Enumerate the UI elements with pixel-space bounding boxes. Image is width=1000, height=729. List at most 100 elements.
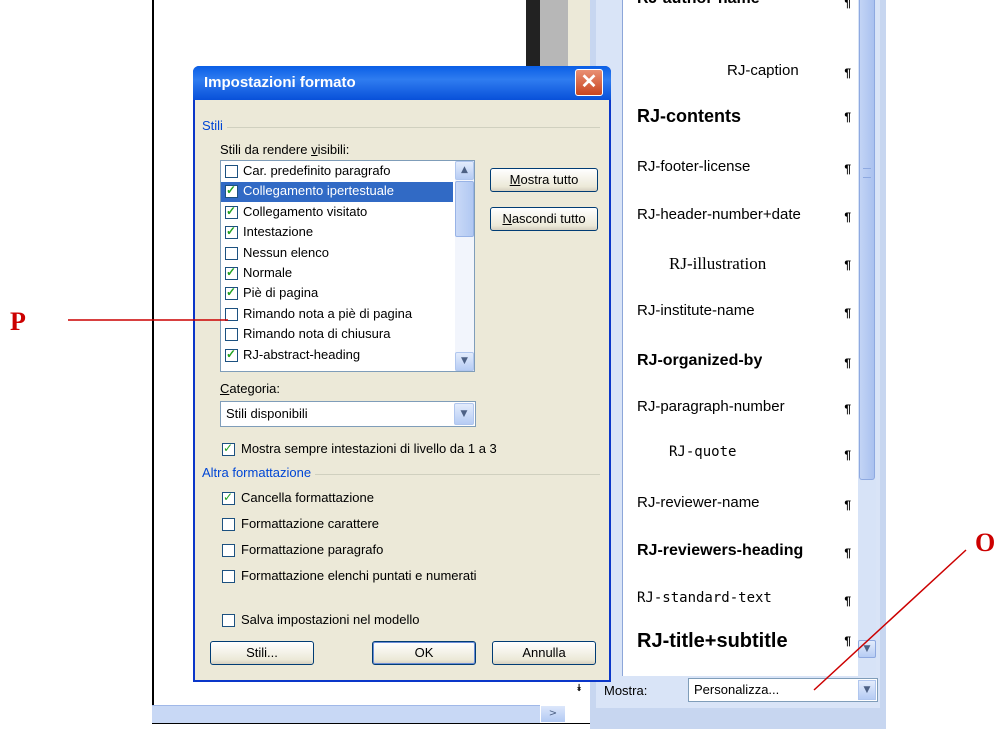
styles-list-item[interactable]: Rimando nota a piè di pagina [221,305,453,325]
styles-list-item[interactable]: Rimando nota di chiusura [221,325,453,345]
style-panel-item[interactable]: RJ-paragraph-number ¶ [623,394,858,442]
browse-object-icon[interactable]: ⯯ [570,683,588,694]
style-panel-item[interactable]: RJ-title+subtitle ¶ [623,630,858,676]
styles-list-item[interactable]: Collegamento ipertestuale [221,182,453,203]
style-visible-checkbox[interactable] [225,265,238,280]
style-panel-item[interactable]: RJ-organized-by ¶ [623,348,858,396]
show-label: Mostra: [604,683,648,698]
chevron-down-icon[interactable]: ▼ [455,352,474,371]
pilcrow-icon: ¶ [844,402,851,416]
styles-list-item[interactable]: Normale [221,264,453,284]
chevron-down-icon[interactable]: ▼ [858,680,876,700]
pilcrow-icon: ¶ [844,258,851,272]
style-visible-checkbox[interactable] [225,246,238,260]
style-visible-checkbox[interactable] [225,347,238,362]
style-panel-item-name: RJ-reviewer-name [637,494,760,511]
style-item-label: Collegamento visitato [243,203,368,219]
pilcrow-icon: ¶ [844,66,851,80]
pilcrow-icon: ¶ [844,0,851,10]
listbox-scroll-thumb[interactable] [455,181,474,237]
style-panel-item-name: RJ-reviewers-heading [637,542,804,559]
style-panel-item[interactable]: RJ-illustration ¶ [623,250,858,298]
styles-list-item[interactable]: Nessun elenco [221,244,453,264]
scroll-right-icon[interactable]: > [540,705,566,723]
style-panel-item-name: RJ-header-number+date [637,206,801,223]
close-icon[interactable]: ✕ [575,69,603,96]
style-visible-checkbox[interactable] [225,285,238,301]
style-panel-item-name: RJ-title+subtitle [637,630,788,652]
style-visible-checkbox[interactable] [225,183,238,199]
window-bottom-edge [152,723,600,729]
style-panel-item[interactable]: RJ-header-number+date ¶ [623,202,858,250]
group-other-label: Altra formattazione [202,465,316,480]
chevron-up-icon[interactable]: ▲ [455,161,474,180]
chevron-down-icon[interactable]: ▼ [454,403,474,425]
show-all-button[interactable]: Mostra tutto [490,168,598,192]
show-all-button-rest: ostra tutto [520,172,579,187]
styles-list-item[interactable]: Intestazione [221,223,453,243]
style-panel-item[interactable]: RJ-caption ¶ [623,58,858,106]
styles-button[interactable]: Stili... [210,641,314,665]
pilcrow-icon: ¶ [844,546,851,560]
style-panel-item[interactable]: RJ-author-name ¶ [623,0,858,52]
style-panel-item-name: RJ-organized-by [637,352,763,369]
list-formatting-checkbox[interactable] [222,570,235,583]
style-item-label: Rimando nota a piè di pagina [243,305,413,321]
style-visible-checkbox[interactable] [225,224,238,240]
style-item-label: Nessun elenco [243,244,329,260]
character-formatting-checkbox[interactable] [222,518,235,531]
hide-all-button[interactable]: Nascondi tutto [490,207,598,231]
styles-list-item[interactable]: Collegamento visitato [221,203,453,223]
pilcrow-icon: ¶ [844,498,851,512]
style-panel-item[interactable]: RJ-contents ¶ [623,102,858,150]
hide-all-button-label: N [502,211,512,226]
list-formatting-label: Formattazione elenchi puntati e numerati [241,568,477,583]
always-show-headings-label: Mostra sempre intestazioni di livello da… [241,441,497,456]
style-panel-item-name: RJ-contents [637,106,742,126]
styles-list-item[interactable]: Piè di pagina [221,284,453,304]
save-in-template-checkbox[interactable] [222,614,235,627]
style-visible-checkbox[interactable] [225,204,238,219]
style-item-label: Piè di pagina [243,285,319,301]
style-panel-item[interactable]: RJ-reviewer-name ¶ [623,490,858,538]
annotation-label-o: O [975,528,996,557]
category-label-b: ategoria: [229,381,280,396]
style-item-label: Rimando nota di chiusura [243,326,391,342]
styles-list-item[interactable]: RJ-abstract-heading [221,346,453,366]
style-item-label: Normale [243,265,293,280]
clear-formatting-checkbox[interactable] [222,490,235,505]
style-panel-item[interactable]: RJ-reviewers-heading ¶ [623,538,858,586]
always-show-headings-checkbox[interactable] [222,441,235,456]
style-item-label: RJ-abstract-heading [243,346,361,362]
horizontal-scrollbar[interactable] [152,705,540,723]
style-visible-checkbox[interactable] [225,165,238,178]
pilcrow-icon: ¶ [844,634,851,648]
pilcrow-icon: ¶ [844,110,851,124]
style-panel-item-name: RJ-footer-license [637,158,751,175]
style-visible-checkbox[interactable] [225,328,238,342]
save-in-template-label: Salva impostazioni nel modello [241,612,420,627]
style-item-label: Collegamento ipertestuale [243,183,395,199]
style-panel-item[interactable]: RJ-standard-text ¶ [623,586,858,634]
dialog-title: Impostazioni formato [204,74,356,91]
ok-button[interactable]: OK [372,641,476,665]
show-select[interactable]: Personalizza... [688,678,878,702]
styles-list-item[interactable]: Car. predefinito paragrafo [221,162,453,182]
show-all-button-label: M [509,172,521,187]
pilcrow-icon: ¶ [844,594,851,608]
style-panel-item[interactable]: RJ-quote ¶ [623,440,858,488]
style-panel-item[interactable]: RJ-footer-license ¶ [623,154,858,202]
clear-formatting-label: Cancella formattazione [241,490,374,505]
style-visible-checkbox[interactable] [225,307,238,321]
style-item-label: Intestazione [243,224,314,240]
cancel-button[interactable]: Annulla [492,641,596,665]
paragraph-formatting-checkbox[interactable] [222,544,235,557]
style-panel-item[interactable]: RJ-institute-name ¶ [623,298,858,346]
visible-styles-listbox[interactable]: Car. predefinito paragrafo Collegamento i… [220,160,475,372]
pilcrow-icon: ¶ [844,448,851,462]
chevron-down-icon[interactable]: ▼ [858,640,876,658]
style-list[interactable]: RJ-author-name¶RJ-caption¶RJ-contents¶RJ… [622,0,858,676]
visible-styles-label-a: Stili da rendere [220,142,312,157]
category-select[interactable]: Stili disponibili [220,401,476,427]
style-list-scroll-thumb[interactable] [859,0,875,480]
